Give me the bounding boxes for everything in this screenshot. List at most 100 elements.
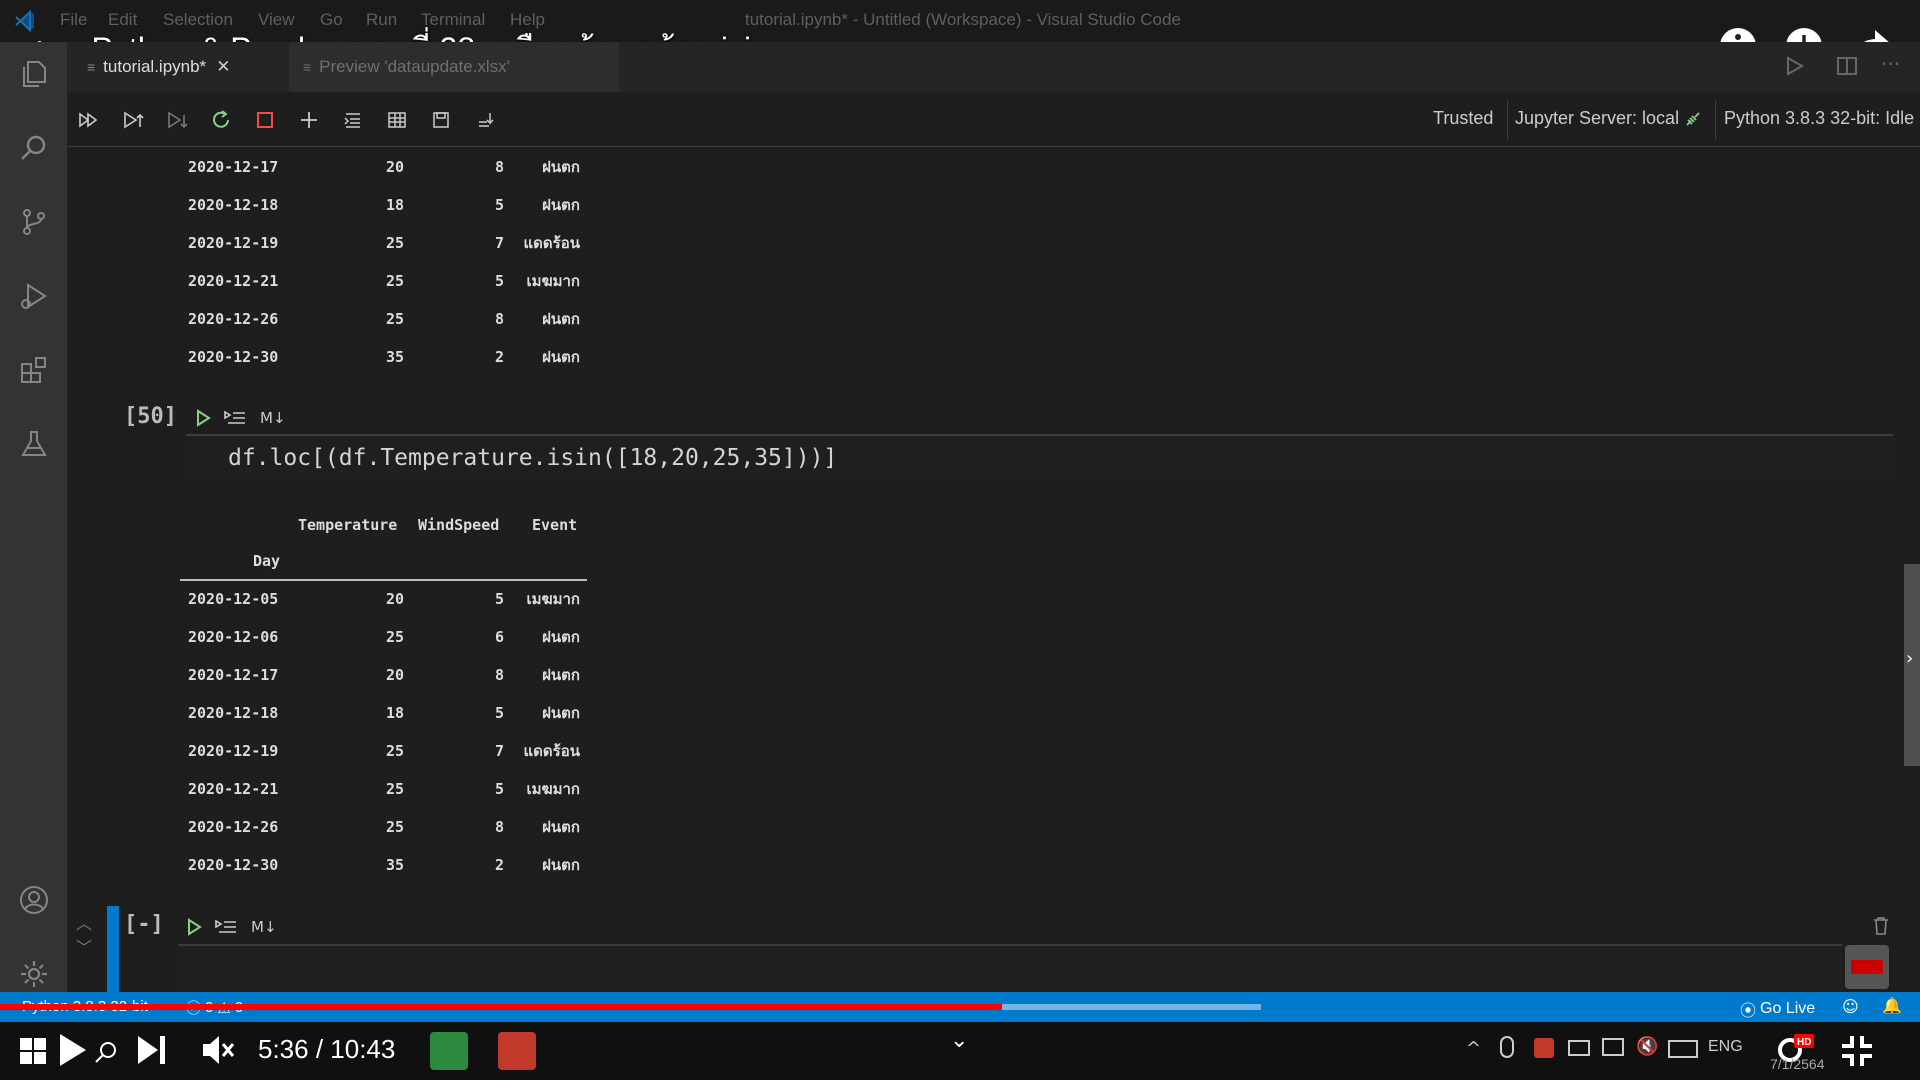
row-event: ฝนตก xyxy=(542,704,580,722)
row-event: ฝนตก xyxy=(542,310,580,328)
settings-gear-icon[interactable] xyxy=(14,954,54,994)
kernel-status[interactable]: Python 3.8.3 32-bit: Idle xyxy=(1724,108,1914,129)
subscribe-watermark-icon[interactable] xyxy=(1845,945,1889,989)
microphone-icon[interactable] xyxy=(1500,1036,1514,1058)
row-windspeed: 7 xyxy=(494,234,504,252)
row-windspeed: 7 xyxy=(494,742,504,760)
feedback-icon[interactable]: ☺ xyxy=(1842,997,1859,1016)
row-windspeed: 5 xyxy=(494,590,504,608)
chevron-down-icon[interactable]: ⌄ xyxy=(950,1028,968,1053)
variables-icon[interactable] xyxy=(383,106,411,134)
row-temperature: 25 xyxy=(385,818,404,836)
header-temperature: Temperature xyxy=(298,516,398,534)
row-event: ฝนตก xyxy=(542,196,580,214)
row-temperature: 35 xyxy=(385,856,404,874)
row-windspeed: 2 xyxy=(494,348,504,366)
tab-preview[interactable]: ≡ Preview 'dataupdate.xlsx' xyxy=(289,42,619,92)
tray-expand-icon[interactable]: ^ xyxy=(1466,1038,1481,1059)
clear-outputs-icon[interactable] xyxy=(339,106,367,134)
export-icon[interactable] xyxy=(471,106,499,134)
window-title: tutorial.ipynb* - Untitled (Workspace) -… xyxy=(745,10,1181,29)
run-above-icon[interactable] xyxy=(119,106,147,134)
new-cell-prompt: [-] xyxy=(124,912,164,937)
row-temperature: 20 xyxy=(385,666,404,684)
speaker-muted-icon[interactable]: 🔇 xyxy=(1636,1036,1658,1057)
row-windspeed: 5 xyxy=(494,704,504,722)
muted-volume-icon[interactable] xyxy=(200,1032,236,1072)
tab-label: tutorial.ipynb* xyxy=(103,57,207,76)
row-event: เมฆมาก xyxy=(526,272,580,290)
new-cell-editor[interactable] xyxy=(178,946,1842,992)
close-tab-icon[interactable]: ✕ xyxy=(216,57,230,77)
row-temperature: 20 xyxy=(385,158,404,176)
row-day: 2020-12-30 xyxy=(188,856,279,874)
network-icon[interactable] xyxy=(1602,1038,1624,1056)
next-video-icon[interactable] xyxy=(136,1034,170,1070)
input-language[interactable]: ENG xyxy=(1708,1038,1743,1056)
taskbar-app-red-icon[interactable] xyxy=(498,1032,536,1070)
row-day: 2020-12-21 xyxy=(188,780,279,798)
run-all-cells-icon[interactable] xyxy=(75,106,103,134)
interrupt-kernel-icon[interactable] xyxy=(251,106,279,134)
tab-tutorial[interactable]: ≡ tutorial.ipynb* ✕ xyxy=(87,42,279,92)
svg-text:HD: HD xyxy=(1797,1037,1811,1048)
restart-kernel-icon[interactable] xyxy=(207,106,235,134)
notebook-file-icon: ≡ xyxy=(87,59,96,75)
row-event: ฝนตก xyxy=(542,856,580,874)
row-temperature: 25 xyxy=(385,780,404,798)
row-day: 2020-12-19 xyxy=(188,234,279,252)
move-cell-down-icon[interactable]: ﹀ xyxy=(76,934,92,958)
video-time-display: 5:36 / 10:43 xyxy=(258,1034,396,1064)
row-day: 2020-12-06 xyxy=(188,628,279,646)
row-windspeed: 8 xyxy=(494,310,504,328)
row-windspeed: 8 xyxy=(494,158,504,176)
row-day: 2020-12-18 xyxy=(188,196,279,214)
jupyter-server-status[interactable]: Jupyter Server: local xyxy=(1515,108,1679,129)
cell-execution-count: [50] xyxy=(124,404,177,429)
row-event: ฝนตก xyxy=(542,628,580,646)
battery-icon[interactable] xyxy=(1568,1040,1590,1056)
code-line[interactable]: df.loc[(df.Temperature.isin([18,20,25,35… xyxy=(228,445,837,471)
run-cell-icon[interactable] xyxy=(195,409,211,431)
row-temperature: 20 xyxy=(385,590,404,608)
trusted-status[interactable]: Trusted xyxy=(1433,108,1493,129)
row-temperature: 18 xyxy=(385,196,404,214)
markdown-toggle[interactable]: M↓ xyxy=(260,409,286,427)
add-cell-icon[interactable] xyxy=(295,106,323,134)
row-windspeed: 8 xyxy=(494,818,504,836)
exit-fullscreen-icon[interactable] xyxy=(1840,1034,1874,1072)
notifications-bell-icon[interactable]: 🔔 xyxy=(1882,996,1902,1015)
video-progress-bar[interactable] xyxy=(0,1004,1003,1010)
taskbar-app-green-icon[interactable] xyxy=(430,1032,468,1070)
run-new-cell-icon[interactable] xyxy=(186,918,202,940)
delete-cell-icon[interactable] xyxy=(1872,916,1890,940)
row-temperature: 25 xyxy=(385,234,404,252)
split-editor-icon[interactable] xyxy=(1835,54,1859,82)
broadcast-icon: ⦿ xyxy=(1740,1003,1757,1020)
selected-cell-indicator xyxy=(107,906,119,992)
windows-start-icon[interactable] xyxy=(20,1038,46,1068)
run-all-icon[interactable] xyxy=(1782,54,1806,82)
tray-app-icon[interactable] xyxy=(1534,1038,1554,1058)
explorer-files-icon[interactable] xyxy=(14,54,54,94)
run-by-line-icon[interactable] xyxy=(224,408,246,432)
move-cell-up-icon[interactable]: ︿ xyxy=(76,910,92,934)
row-temperature: 25 xyxy=(385,272,404,290)
more-actions-icon[interactable]: ··· xyxy=(1881,52,1900,76)
row-event: ฝนตก xyxy=(542,666,580,684)
keyboard-icon[interactable] xyxy=(1668,1040,1698,1058)
row-event: ฝนตก xyxy=(542,348,580,366)
run-below-icon[interactable] xyxy=(163,106,191,134)
save-icon[interactable] xyxy=(427,106,455,134)
video-buffer-bar xyxy=(1002,1004,1262,1010)
go-live-label: Go Live xyxy=(1760,1000,1816,1017)
new-cell-markdown-toggle[interactable]: M↓ xyxy=(251,918,277,936)
toolbar-divider xyxy=(1715,100,1716,140)
row-temperature: 18 xyxy=(385,704,404,722)
new-cell-run-by-line-icon[interactable] xyxy=(215,917,237,941)
go-live-button[interactable]: ⦿ Go Live xyxy=(1740,997,1815,1021)
taskbar-search-icon[interactable] xyxy=(94,1040,118,1068)
testing-flask-icon[interactable] xyxy=(14,424,54,464)
code-editor[interactable]: df.loc[(df.Temperature.isin([18,20,25,35… xyxy=(186,436,1893,482)
play-icon[interactable] xyxy=(58,1030,88,1074)
